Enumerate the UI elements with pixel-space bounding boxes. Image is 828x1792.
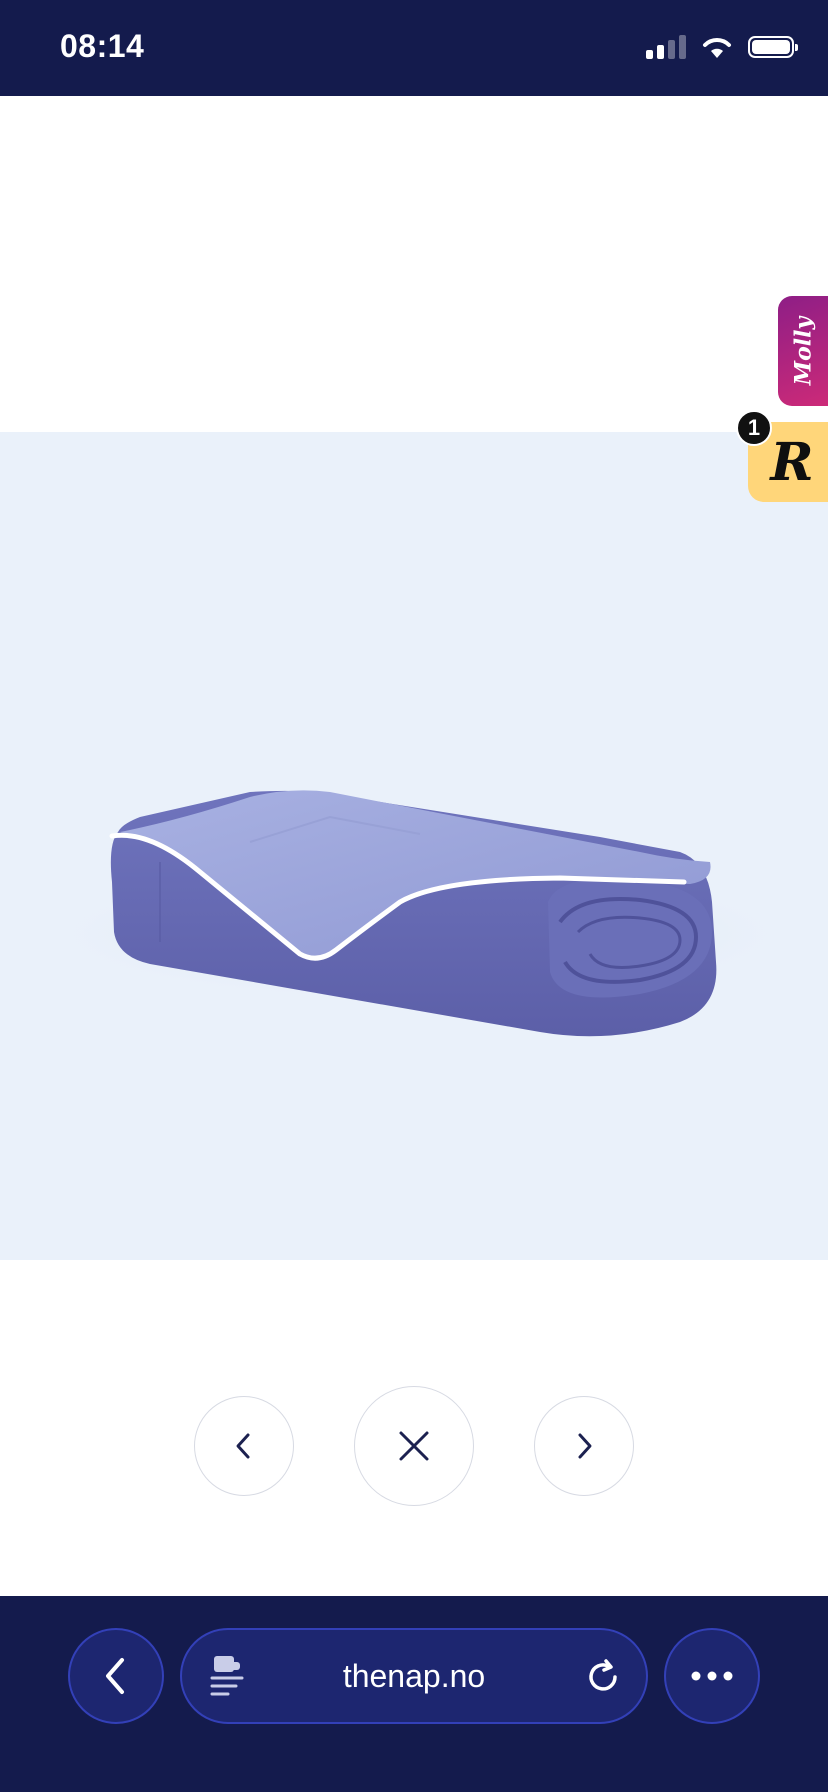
wifi-icon <box>703 38 731 58</box>
browser-back-button[interactable] <box>68 1628 164 1724</box>
chevron-left-icon <box>106 1658 124 1694</box>
chevron-left-icon <box>236 1433 250 1459</box>
browser-toolbar: thenap.no <box>0 1596 828 1792</box>
rewards-badge: 1 <box>736 410 772 446</box>
close-icon <box>399 1431 429 1461</box>
address-bar[interactable]: thenap.no <box>180 1628 648 1724</box>
close-gallery-button[interactable] <box>354 1386 474 1506</box>
more-icon <box>691 1671 733 1681</box>
molly-chat-tab[interactable]: Molly <box>778 296 828 406</box>
duvet-illustration <box>40 790 800 1037</box>
chevron-right-icon <box>578 1433 592 1459</box>
rewards-logo: R <box>770 431 814 493</box>
status-icons <box>646 34 798 60</box>
more-options-button[interactable] <box>664 1628 760 1724</box>
reload-icon[interactable] <box>584 1658 622 1696</box>
cellular-signal-icon <box>646 35 686 59</box>
next-image-button[interactable] <box>534 1396 634 1496</box>
battery-icon <box>748 36 798 58</box>
url-text: thenap.no <box>342 1658 486 1694</box>
product-image <box>0 432 828 1260</box>
molly-label: Molly <box>790 316 816 386</box>
previous-image-button[interactable] <box>194 1396 294 1496</box>
status-time: 08:14 <box>60 28 145 64</box>
status-bar: 08:14 <box>0 0 828 96</box>
